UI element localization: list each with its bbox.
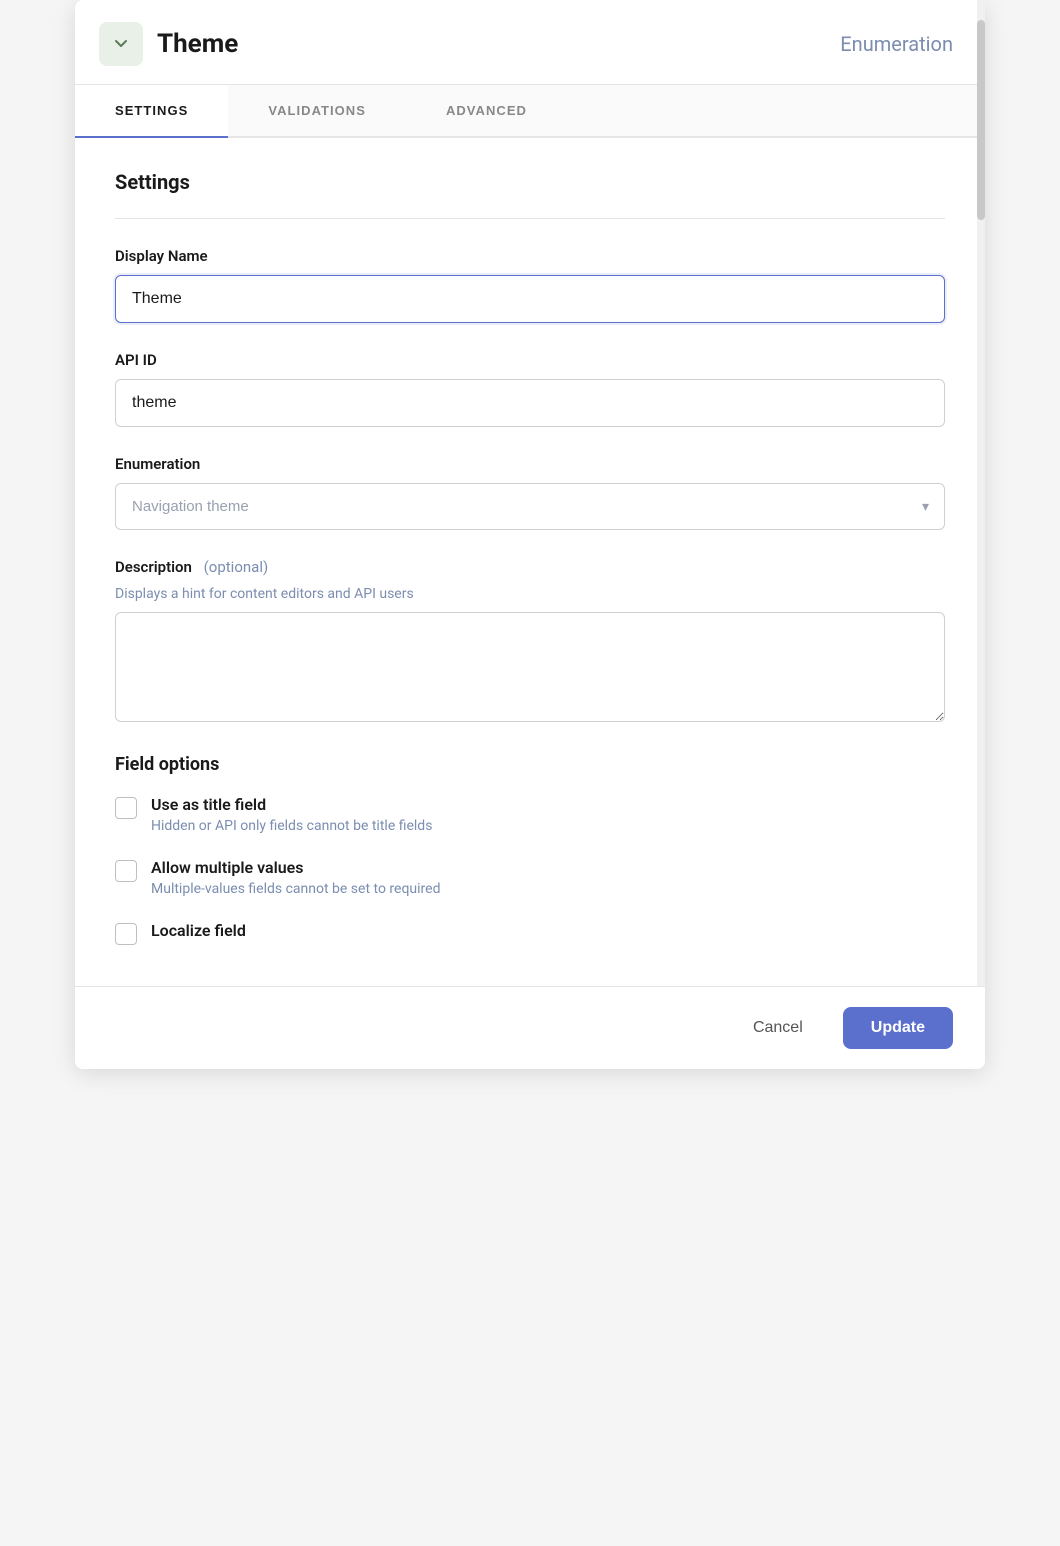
field-icon-badge [99, 22, 143, 66]
use-as-title-label: Use as title field [151, 795, 432, 814]
section-divider [115, 218, 945, 219]
display-name-group: Display Name [115, 247, 945, 323]
localize-content: Localize field [151, 921, 246, 940]
scrollbar-track[interactable] [977, 0, 985, 1069]
tab-validations[interactable]: VALIDATIONS [228, 85, 406, 138]
description-hint: Displays a hint for content editors and … [115, 586, 945, 602]
modal-header: Theme Enumeration [75, 0, 985, 85]
tabs-container: SETTINGS VALIDATIONS ADVANCED [75, 85, 985, 138]
use-as-title-field-item: Use as title field Hidden or API only fi… [115, 795, 945, 834]
use-as-title-content: Use as title field Hidden or API only fi… [151, 795, 432, 834]
allow-multiple-hint: Multiple-values fields cannot be set to … [151, 881, 440, 897]
chevron-down-icon [111, 34, 131, 54]
enumeration-select-wrapper: Navigation theme ▾ [115, 483, 945, 530]
api-id-input[interactable] [115, 379, 945, 427]
field-options-section: Field options Use as title field Hidden … [115, 754, 945, 945]
enumeration-select[interactable]: Navigation theme [115, 483, 945, 530]
cancel-button[interactable]: Cancel [729, 1007, 827, 1049]
description-group: Description (optional) Displays a hint f… [115, 558, 945, 726]
use-as-title-checkbox[interactable] [115, 797, 137, 819]
api-id-label: API ID [115, 351, 945, 369]
tab-advanced[interactable]: ADVANCED [406, 85, 567, 138]
header-left: Theme [99, 22, 238, 66]
modal-container: Theme Enumeration SETTINGS VALIDATIONS A… [75, 0, 985, 1069]
use-as-title-hint: Hidden or API only fields cannot be titl… [151, 818, 432, 834]
description-optional-label: (optional) [204, 558, 269, 576]
display-name-input[interactable] [115, 275, 945, 323]
allow-multiple-values-item: Allow multiple values Multiple-values fi… [115, 858, 945, 897]
allow-multiple-label: Allow multiple values [151, 858, 440, 877]
section-title: Settings [115, 170, 945, 194]
enumeration-group: Enumeration Navigation theme ▾ [115, 455, 945, 530]
display-name-label: Display Name [115, 247, 945, 265]
field-type-label: Enumeration [840, 32, 953, 56]
description-textarea[interactable] [115, 612, 945, 722]
allow-multiple-content: Allow multiple values Multiple-values fi… [151, 858, 440, 897]
localize-field-item: Localize field [115, 921, 945, 945]
field-options-title: Field options [115, 754, 945, 775]
modal-title: Theme [157, 29, 238, 59]
tab-settings[interactable]: SETTINGS [75, 85, 228, 138]
api-id-group: API ID [115, 351, 945, 427]
modal-footer: Cancel Update [75, 986, 985, 1069]
localize-checkbox[interactable] [115, 923, 137, 945]
scrollbar-thumb[interactable] [977, 20, 985, 220]
modal-content: Settings Display Name API ID Enumeration… [75, 138, 985, 1069]
enumeration-label: Enumeration [115, 455, 945, 473]
description-label: Description (optional) [115, 558, 945, 576]
update-button[interactable]: Update [843, 1007, 953, 1049]
allow-multiple-checkbox[interactable] [115, 860, 137, 882]
localize-label: Localize field [151, 921, 246, 940]
